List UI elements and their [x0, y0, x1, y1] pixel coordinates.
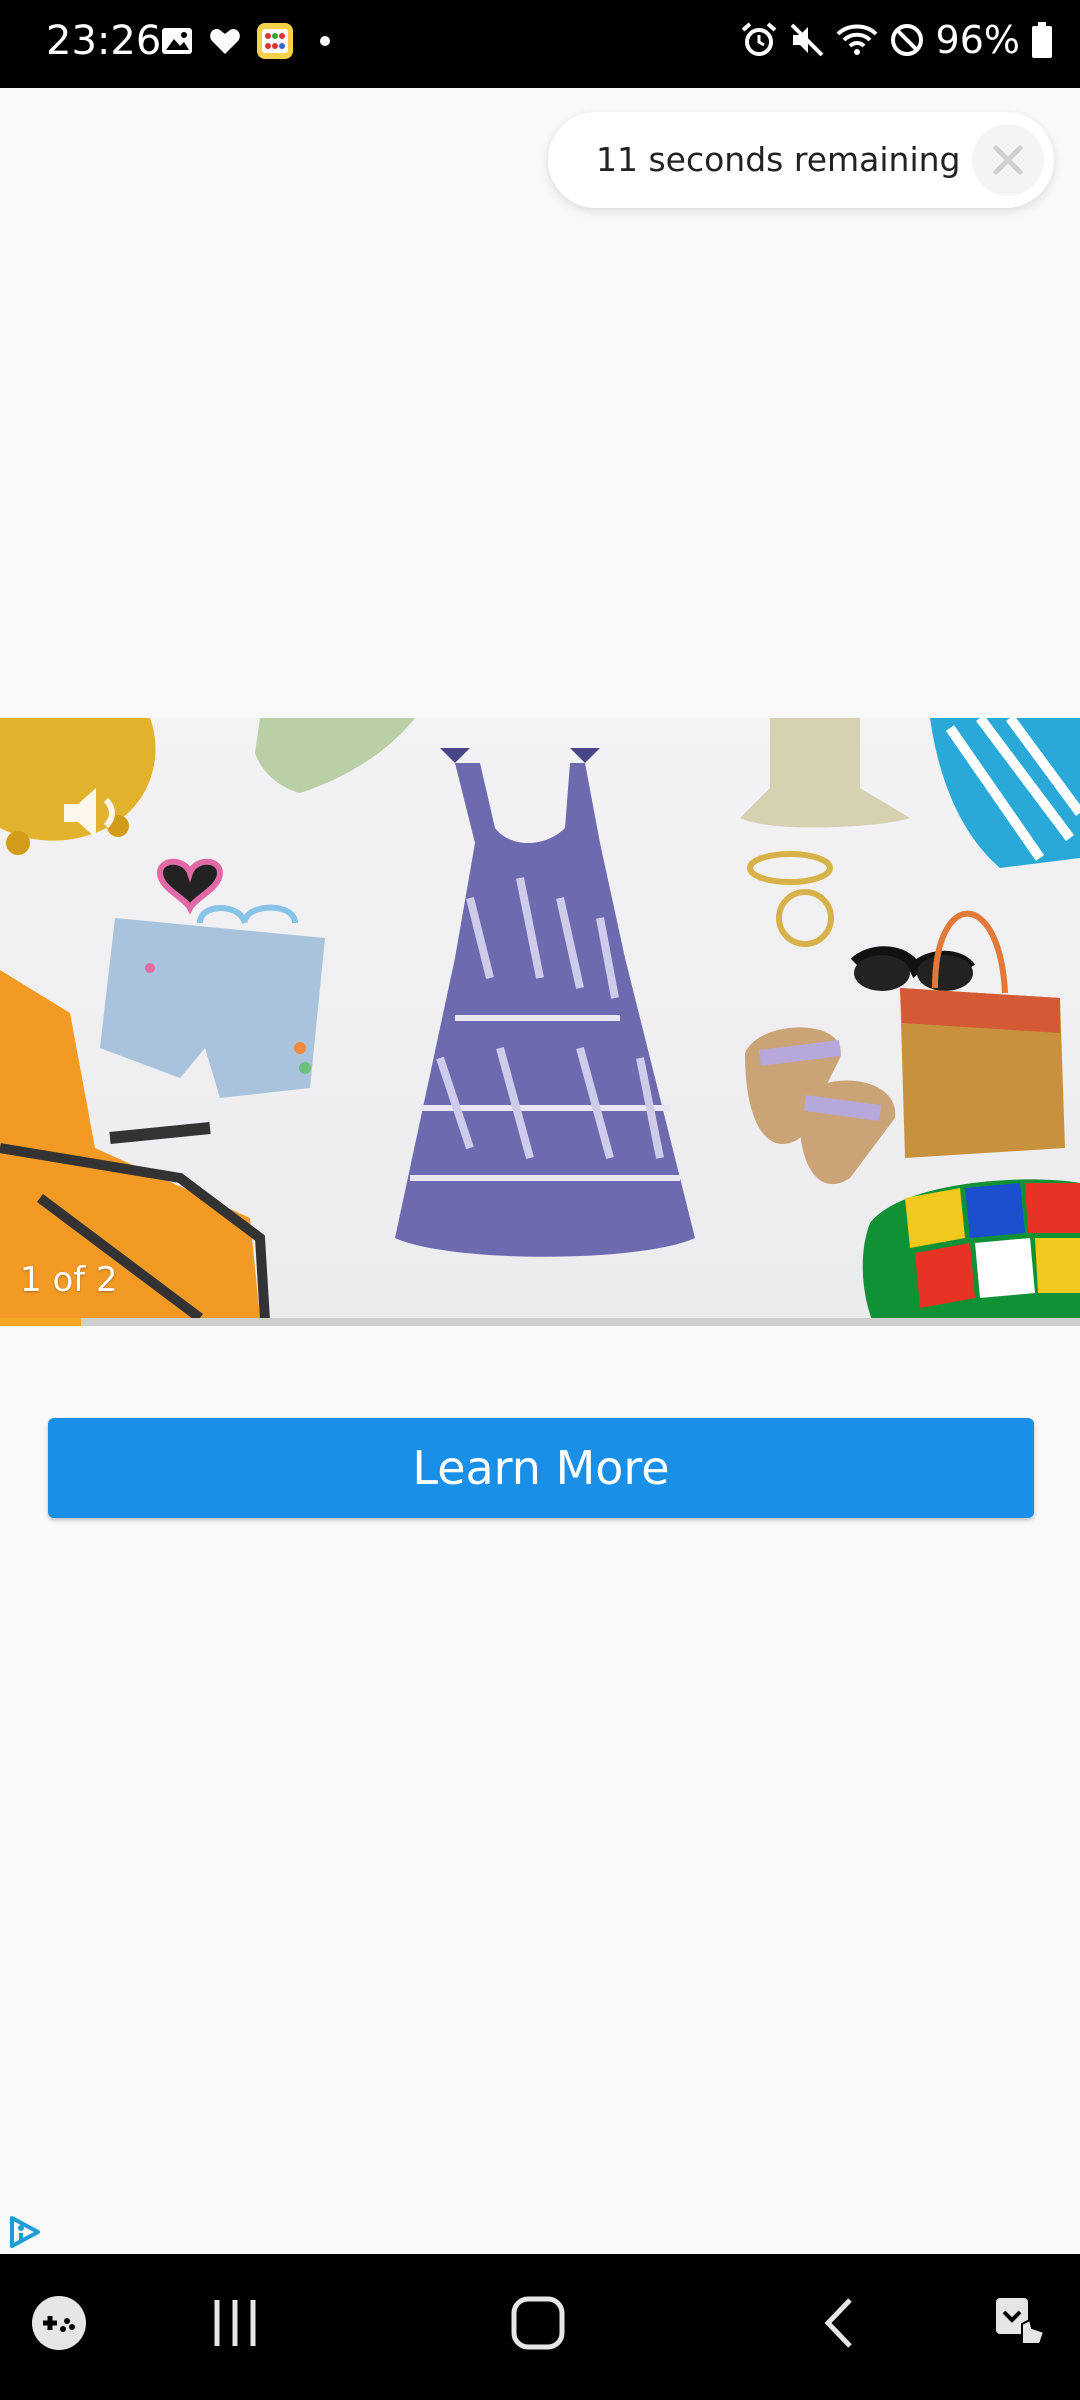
battery-icon	[1032, 22, 1052, 58]
mute-icon	[790, 23, 823, 57]
heart-icon	[210, 29, 240, 54]
game-launcher-button[interactable]	[30, 2294, 88, 2357]
close-icon	[993, 145, 1023, 175]
slide-counter: 1 of 2	[20, 1260, 118, 1300]
accessibility-icon	[996, 2298, 1046, 2345]
sound-toggle-button[interactable]	[56, 778, 126, 853]
status-bar: 23:26 96%	[0, 0, 1080, 88]
recent-apps-button[interactable]	[205, 2294, 265, 2357]
speaker-icon	[64, 788, 115, 838]
navigation-bar	[0, 2254, 1080, 2400]
ad-choices-button[interactable]	[6, 2214, 42, 2255]
status-time: 23:26	[46, 18, 162, 64]
close-ad-button[interactable]	[972, 124, 1044, 196]
dot-icon	[320, 36, 330, 46]
ad-choices-icon	[10, 2216, 40, 2248]
countdown-text: 11 seconds remaining	[596, 140, 961, 179]
app-icon	[257, 23, 293, 59]
battery-percent: 96%	[935, 18, 1020, 62]
ad-progress-fill	[0, 1318, 81, 1326]
alarm-icon	[741, 22, 776, 56]
home-icon	[511, 2296, 565, 2350]
ad-media[interactable]: 1 of 2	[0, 718, 1080, 1320]
home-button[interactable]	[508, 2294, 568, 2357]
ad-product-collage	[0, 718, 1080, 1320]
gallery-icon	[162, 28, 192, 54]
wifi-icon	[836, 24, 877, 55]
game-launcher-icon	[32, 2296, 86, 2350]
accessibility-button[interactable]	[990, 2294, 1050, 2357]
ad-countdown-pill: 11 seconds remaining	[548, 112, 1054, 208]
recent-apps-icon	[214, 2300, 256, 2346]
learn-more-button[interactable]: Learn More	[48, 1418, 1034, 1518]
back-icon	[824, 2298, 852, 2348]
do-not-disturb-icon	[890, 24, 923, 56]
back-button[interactable]	[812, 2294, 872, 2357]
ad-progress-bar	[0, 1318, 1080, 1326]
